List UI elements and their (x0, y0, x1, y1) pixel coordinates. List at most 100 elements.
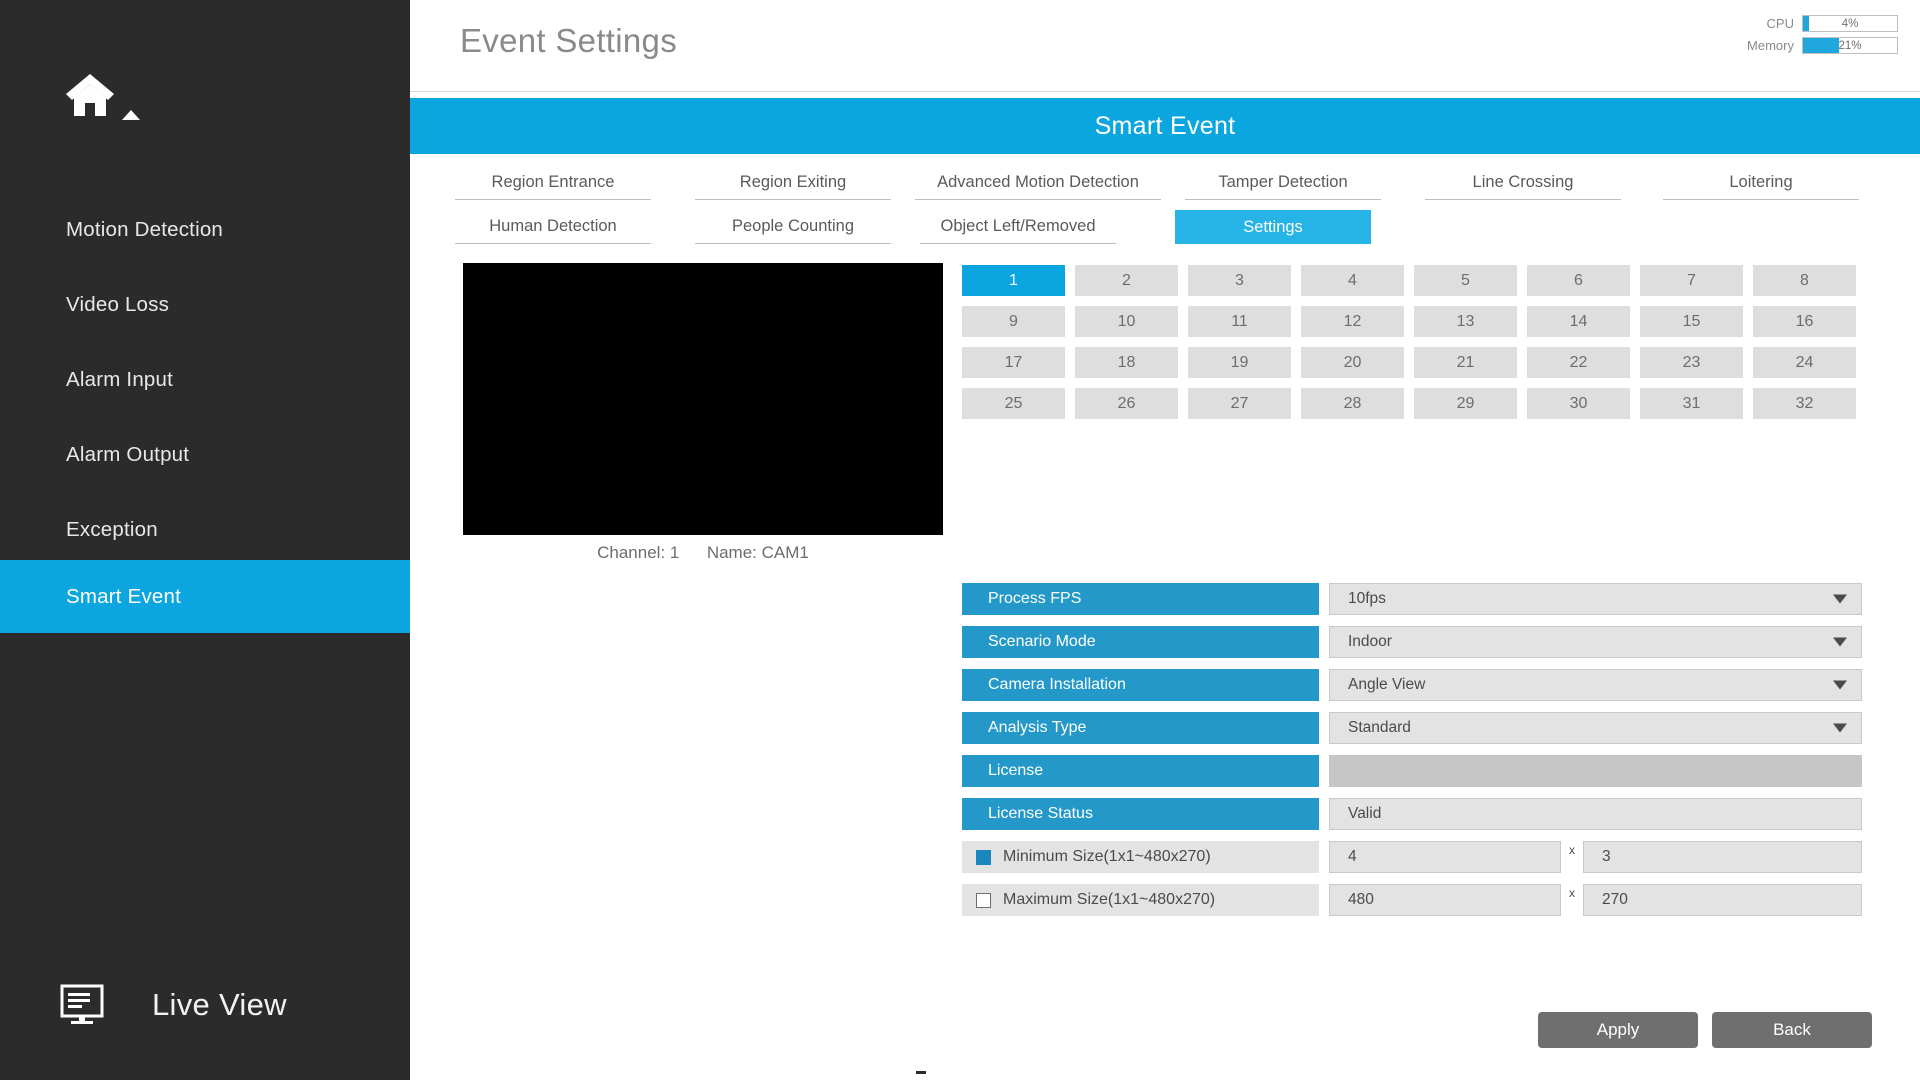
back-button[interactable]: Back (1712, 1012, 1872, 1048)
channel-button-2[interactable]: 2 (1075, 265, 1178, 296)
chevron-down-icon (1833, 638, 1847, 647)
maximum-size-height-input[interactable]: 270 (1583, 884, 1862, 916)
minimum-size-width-input[interactable]: 4 (1329, 841, 1561, 873)
maximum-size-label-cell[interactable]: Maximum Size(1x1~480x270) (962, 884, 1319, 916)
sidebar-item-label: Exception (66, 518, 158, 542)
channel-button-7[interactable]: 7 (1640, 265, 1743, 296)
channel-button-1[interactable]: 1 (962, 265, 1065, 296)
channel-button-4[interactable]: 4 (1301, 265, 1404, 296)
memory-meter-label: Memory (1730, 38, 1794, 53)
cpu-meter-track: 4% (1802, 15, 1898, 32)
analysis-type-value: Standard (1348, 719, 1411, 737)
camera-installation-select[interactable]: Angle View (1329, 669, 1862, 701)
channel-button-24[interactable]: 24 (1753, 347, 1856, 378)
channel-button-8[interactable]: 8 (1753, 265, 1856, 296)
page-title: Event Settings (460, 22, 677, 60)
channel-button-29[interactable]: 29 (1414, 388, 1517, 419)
channel-button-12[interactable]: 12 (1301, 306, 1404, 337)
channel-button-10[interactable]: 10 (1075, 306, 1178, 337)
sidebar-item-label: Motion Detection (66, 218, 223, 242)
tab-tamper-detection[interactable]: Tamper Detection (1185, 166, 1381, 200)
channel-button-16[interactable]: 16 (1753, 306, 1856, 337)
channel-button-25[interactable]: 25 (962, 388, 1065, 419)
channel-button-13[interactable]: 13 (1414, 306, 1517, 337)
camera-installation-label: Camera Installation (962, 669, 1319, 701)
channel-button-9[interactable]: 9 (962, 306, 1065, 337)
analysis-type-select[interactable]: Standard (1329, 712, 1862, 744)
minimum-size-label-cell[interactable]: Minimum Size(1x1~480x270) (962, 841, 1319, 873)
channel-grid-row: 9 10 11 12 13 14 15 16 (962, 306, 1862, 337)
cpu-meter: CPU 4% (1730, 15, 1898, 32)
channel-grid-row: 25 26 27 28 29 30 31 32 (962, 388, 1862, 419)
sidebar-item-label: Video Loss (66, 293, 169, 317)
channel-grid: 1 2 3 4 5 6 7 8 9 10 11 12 13 14 15 16 1… (962, 265, 1862, 429)
tab-loitering[interactable]: Loitering (1663, 166, 1859, 200)
channel-button-21[interactable]: 21 (1414, 347, 1517, 378)
channel-button-31[interactable]: 31 (1640, 388, 1743, 419)
tab-object-left-removed[interactable]: Object Left/Removed (920, 210, 1116, 244)
process-fps-select[interactable]: 10fps (1329, 583, 1862, 615)
form-row-camera-installation: Camera Installation Angle View (962, 669, 1862, 701)
apply-button[interactable]: Apply (1538, 1012, 1698, 1048)
live-view-label: Live View (152, 987, 287, 1023)
license-status-value: Valid (1348, 805, 1381, 823)
home-button[interactable] (0, 66, 410, 144)
channel-button-5[interactable]: 5 (1414, 265, 1517, 296)
channel-button-15[interactable]: 15 (1640, 306, 1743, 337)
channel-button-19[interactable]: 19 (1188, 347, 1291, 378)
minimum-size-separator: x (1561, 841, 1583, 873)
license-label: License (962, 755, 1319, 787)
footer-actions: Apply Back (1524, 1012, 1872, 1048)
maximum-size-separator: x (1561, 884, 1583, 916)
sidebar-item-video-loss[interactable]: Video Loss (0, 267, 410, 342)
channel-button-20[interactable]: 20 (1301, 347, 1404, 378)
channel-grid-row: 17 18 19 20 21 22 23 24 (962, 347, 1862, 378)
chevron-down-icon (1833, 724, 1847, 733)
tab-people-counting[interactable]: People Counting (695, 210, 891, 244)
channel-button-18[interactable]: 18 (1075, 347, 1178, 378)
video-preview[interactable] (463, 263, 943, 535)
section-banner-title: Smart Event (1095, 112, 1236, 141)
channel-button-23[interactable]: 23 (1640, 347, 1743, 378)
maximum-size-width-input[interactable]: 480 (1329, 884, 1561, 916)
channel-button-6[interactable]: 6 (1527, 265, 1630, 296)
channel-button-27[interactable]: 27 (1188, 388, 1291, 419)
license-status-field: Valid (1329, 798, 1862, 830)
tab-advanced-motion-detection[interactable]: Advanced Motion Detection (915, 166, 1161, 200)
tab-region-exiting[interactable]: Region Exiting (695, 166, 891, 200)
memory-meter: Memory 21% (1730, 37, 1898, 54)
channel-grid-row: 1 2 3 4 5 6 7 8 (962, 265, 1862, 296)
channel-button-17[interactable]: 17 (962, 347, 1065, 378)
channel-button-11[interactable]: 11 (1188, 306, 1291, 337)
process-fps-value: 10fps (1348, 590, 1386, 608)
channel-button-30[interactable]: 30 (1527, 388, 1630, 419)
tab-region-entrance[interactable]: Region Entrance (455, 166, 651, 200)
bottom-marker (916, 1071, 926, 1074)
tab-human-detection[interactable]: Human Detection (455, 210, 651, 244)
scenario-mode-select[interactable]: Indoor (1329, 626, 1862, 658)
channel-button-22[interactable]: 22 (1527, 347, 1630, 378)
tab-settings[interactable]: Settings (1175, 210, 1371, 244)
analysis-type-label: Analysis Type (962, 712, 1319, 744)
sidebar: Motion Detection Video Loss Alarm Input … (0, 0, 410, 1080)
tab-line-crossing[interactable]: Line Crossing (1425, 166, 1621, 200)
channel-button-32[interactable]: 32 (1753, 388, 1856, 419)
license-field[interactable] (1329, 755, 1862, 787)
channel-button-28[interactable]: 28 (1301, 388, 1404, 419)
minimum-size-width-value: 4 (1348, 848, 1357, 866)
chevron-down-icon (1833, 681, 1847, 690)
live-view-button[interactable]: Live View (0, 930, 410, 1080)
sidebar-item-alarm-input[interactable]: Alarm Input (0, 342, 410, 417)
minimum-size-height-input[interactable]: 3 (1583, 841, 1862, 873)
sidebar-item-exception[interactable]: Exception (0, 492, 410, 567)
channel-button-3[interactable]: 3 (1188, 265, 1291, 296)
maximum-size-checkbox[interactable] (976, 893, 991, 908)
channel-button-14[interactable]: 14 (1527, 306, 1630, 337)
channel-button-26[interactable]: 26 (1075, 388, 1178, 419)
tab-bar: Region Entrance Region Exiting Advanced … (410, 158, 1920, 248)
sidebar-item-motion-detection[interactable]: Motion Detection (0, 192, 410, 267)
sidebar-item-alarm-output[interactable]: Alarm Output (0, 417, 410, 492)
sidebar-item-smart-event[interactable]: Smart Event (0, 560, 410, 633)
home-icon[interactable] (64, 72, 136, 134)
minimum-size-checkbox[interactable] (976, 850, 991, 865)
